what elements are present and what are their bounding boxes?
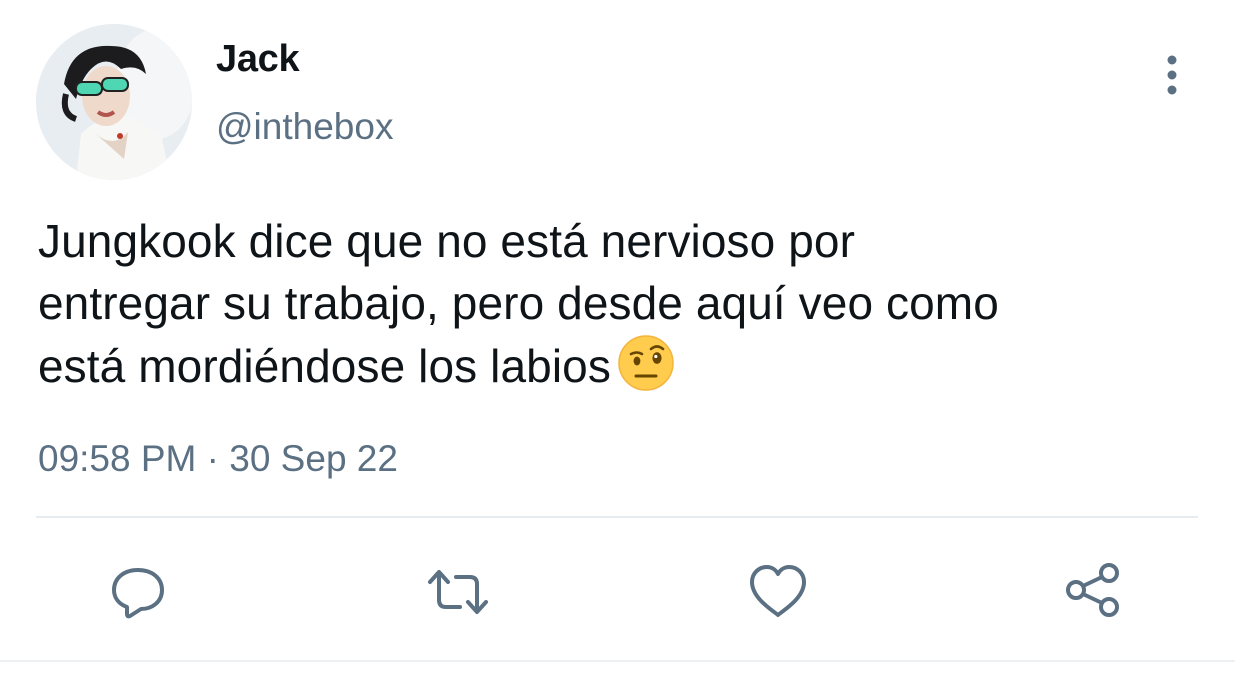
avatar[interactable]	[36, 24, 192, 180]
avatar-image	[36, 24, 192, 180]
tweet-card: Jack @inthebox Jungkook dice que no está…	[0, 0, 1235, 681]
share-icon	[1066, 563, 1119, 617]
comment-icon	[112, 568, 164, 619]
tweet-text: Jungkook dice que no está nervioso por e…	[38, 210, 1208, 407]
retweet-icon	[428, 570, 488, 614]
tweet-text-line: está mordiéndose los labios	[38, 334, 1208, 407]
face-with-raised-eyebrow-icon	[617, 334, 675, 407]
more-options-button[interactable]	[1150, 50, 1194, 100]
share-button[interactable]	[1062, 560, 1126, 624]
tweet-timestamp[interactable]: 09:58 PM · 30 Sep 22	[38, 438, 398, 480]
display-name[interactable]: Jack	[216, 38, 300, 81]
tweet-text-line: entregar su trabajo, pero desde aquí veo…	[38, 277, 999, 329]
reply-button[interactable]	[106, 560, 170, 624]
retweet-button[interactable]	[426, 560, 490, 624]
tweet-text-line-content: está mordiéndose los labios	[38, 340, 611, 392]
divider	[36, 516, 1198, 518]
heart-icon	[750, 565, 806, 617]
divider	[0, 660, 1235, 662]
like-button[interactable]	[746, 560, 810, 624]
more-vertical-icon	[1167, 55, 1177, 95]
tweet-text-line: Jungkook dice que no está nervioso por	[38, 215, 855, 267]
user-handle[interactable]: @inthebox	[216, 106, 393, 148]
